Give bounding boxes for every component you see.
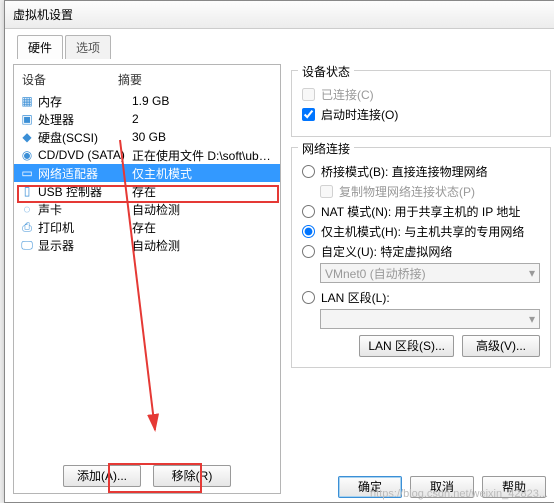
list-item[interactable]: 🖵显示器自动检测 bbox=[14, 236, 280, 254]
list-item[interactable]: ▦内存1.9 GB bbox=[14, 92, 280, 110]
list-item[interactable]: ◉CD/DVD (SATA)正在使用文件 D:\soft\ubuntu-14.0… bbox=[14, 146, 280, 164]
replicate-checkbox: 复制物理网络连接状态(P) bbox=[320, 183, 540, 200]
watermark: https://blog.csdn.net/weixin_42823... bbox=[370, 488, 548, 500]
device-icon: ▭ bbox=[20, 166, 34, 180]
list-item[interactable]: ▭网络适配器仅主机模式 bbox=[14, 164, 280, 182]
tabs: 硬件 选项 bbox=[17, 35, 554, 59]
list-item[interactable]: ◌声卡自动检测 bbox=[14, 200, 280, 218]
tab-options[interactable]: 选项 bbox=[65, 35, 111, 59]
device-icon: ▯ bbox=[20, 184, 34, 198]
group-title-status: 设备状态 bbox=[298, 63, 354, 80]
list-item[interactable]: ▯USB 控制器存在 bbox=[14, 182, 280, 200]
device-icon: ▣ bbox=[20, 112, 34, 126]
device-icon: 🖵 bbox=[20, 238, 34, 252]
hostonly-radio[interactable]: 仅主机模式(H): 与主机共享的专用网络 bbox=[302, 223, 540, 240]
connect-on-power-checkbox[interactable]: 启动时连接(O) bbox=[302, 106, 540, 123]
group-title-net: 网络连接 bbox=[298, 140, 354, 157]
device-icon: ◌ bbox=[20, 202, 34, 216]
custom-radio[interactable]: 自定义(U): 特定虚拟网络 bbox=[302, 243, 540, 260]
vm-settings-window: 虚拟机设置 硬件 选项 设备 摘要 ▦内存1.9 GB▣处理器2◆硬盘(SCSI… bbox=[4, 0, 554, 503]
list-header: 设备 摘要 bbox=[14, 65, 280, 92]
lan-select: ▾ bbox=[320, 309, 540, 329]
list-item[interactable]: ⎙打印机存在 bbox=[14, 218, 280, 236]
device-list[interactable]: ▦内存1.9 GB▣处理器2◆硬盘(SCSI)30 GB◉CD/DVD (SAT… bbox=[14, 92, 280, 254]
advanced-button[interactable]: 高级(V)... bbox=[462, 335, 540, 357]
chevron-down-icon: ▾ bbox=[529, 312, 535, 326]
list-item[interactable]: ▣处理器2 bbox=[14, 110, 280, 128]
tab-hardware[interactable]: 硬件 bbox=[17, 35, 63, 59]
remove-button[interactable]: 移除(R) bbox=[153, 465, 231, 487]
device-icon: ⎙ bbox=[20, 220, 34, 234]
settings-panel: 设备状态 已连接(C) 启动时连接(O) 网络连接 桥接模式(B): 直接连接物… bbox=[291, 64, 551, 494]
chevron-down-icon: ▾ bbox=[529, 266, 535, 280]
device-icon: ◆ bbox=[20, 130, 34, 144]
network-connection-group: 网络连接 桥接模式(B): 直接连接物理网络 复制物理网络连接状态(P) NAT… bbox=[291, 147, 551, 368]
lan-segments-button[interactable]: LAN 区段(S)... bbox=[359, 335, 454, 357]
add-button[interactable]: 添加(A)... bbox=[63, 465, 141, 487]
bridged-radio[interactable]: 桥接模式(B): 直接连接物理网络 bbox=[302, 163, 540, 180]
col-device: 设备 bbox=[22, 71, 118, 88]
window-title: 虚拟机设置 bbox=[13, 6, 73, 23]
device-status-group: 设备状态 已连接(C) 启动时连接(O) bbox=[291, 70, 551, 137]
connected-checkbox[interactable]: 已连接(C) bbox=[302, 86, 540, 103]
device-icon: ◉ bbox=[20, 148, 34, 162]
nat-radio[interactable]: NAT 模式(N): 用于共享主机的 IP 地址 bbox=[302, 203, 540, 220]
device-icon: ▦ bbox=[20, 94, 34, 108]
device-list-panel: 设备 摘要 ▦内存1.9 GB▣处理器2◆硬盘(SCSI)30 GB◉CD/DV… bbox=[13, 64, 281, 494]
lan-segment-radio[interactable]: LAN 区段(L): bbox=[302, 289, 540, 306]
vmnet-select: VMnet0 (自动桥接) ▾ bbox=[320, 263, 540, 283]
list-item[interactable]: ◆硬盘(SCSI)30 GB bbox=[14, 128, 280, 146]
col-summary: 摘要 bbox=[118, 71, 142, 88]
titlebar: 虚拟机设置 bbox=[5, 1, 554, 29]
